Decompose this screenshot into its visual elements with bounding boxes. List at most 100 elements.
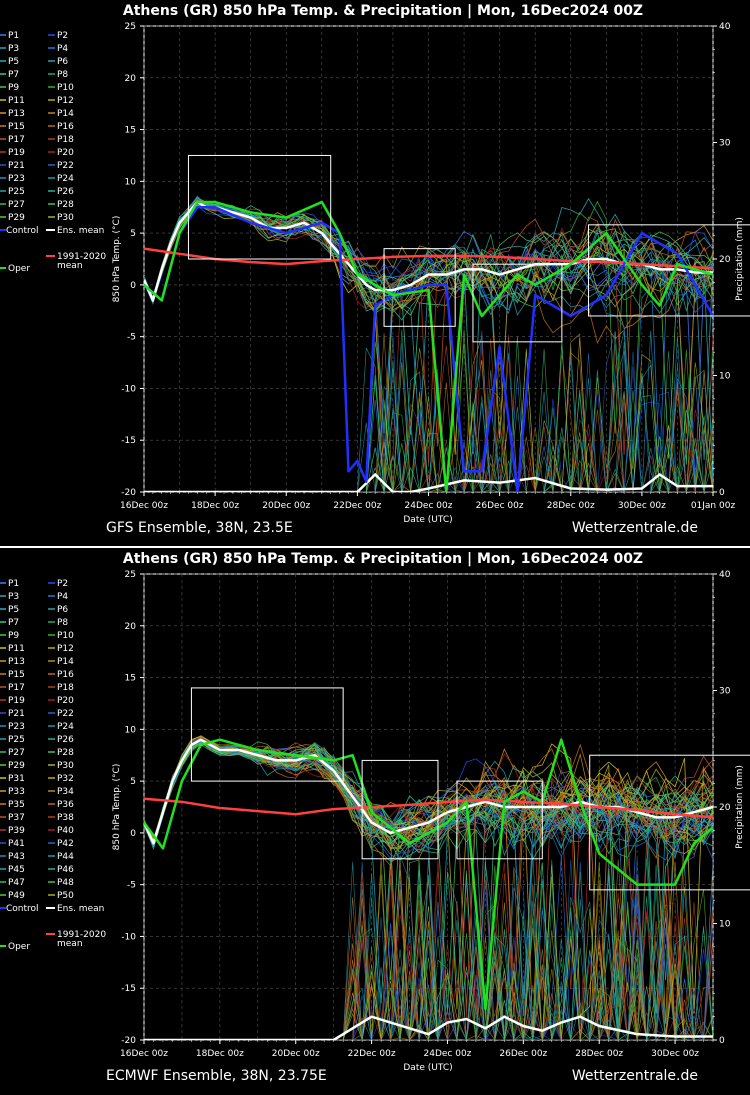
legend-item: P8: [57, 618, 68, 628]
legend-item: mean: [57, 261, 83, 271]
legend-item: P23: [8, 174, 25, 184]
legend-item: P41: [8, 839, 25, 849]
legend-item: P20: [57, 148, 74, 158]
legend-item: Ens. mean: [57, 226, 104, 236]
y-tick-label: 20: [125, 622, 137, 632]
legend-item: P18: [57, 683, 74, 693]
legend-item: P10: [57, 631, 74, 641]
x-tick-label: 20Dec 00z: [272, 1049, 320, 1059]
legend-item: P34: [57, 787, 74, 797]
legend-item: Control: [6, 904, 39, 914]
legend-item: P49: [8, 891, 25, 901]
legend-item: P36: [57, 800, 74, 810]
legend-item: P20: [57, 696, 74, 706]
legend-item: P6: [57, 605, 68, 615]
legend-item: P21: [8, 161, 25, 171]
legend-item: P5: [8, 57, 19, 67]
gfs-ensemble-chart: Athens (GR) 850 hPa Temp. & Precipitatio…: [0, 3, 750, 536]
legend-item: P48: [57, 878, 74, 888]
legend-item: P5: [8, 605, 19, 615]
x-tick-label: 24Dec 00z: [405, 501, 453, 511]
legend-item: P37: [8, 813, 25, 823]
legend-item: P21: [8, 709, 25, 719]
legend-item: P17: [8, 135, 25, 145]
legend-item: P13: [8, 109, 25, 119]
footer-source-label: Wetterzentrale.de: [572, 520, 698, 536]
legend-item: P15: [8, 122, 25, 132]
legend-item: P25: [8, 187, 25, 197]
legend-item: P28: [57, 200, 74, 210]
legend-item: P35: [8, 800, 25, 810]
y2-tick-label: 0: [719, 488, 725, 498]
x-tick-label: 20Dec 00z: [262, 501, 310, 511]
footer-model-label: ECMWF Ensemble, 38N, 23.75E: [106, 1068, 327, 1084]
legend-item: P11: [8, 644, 25, 654]
legend-item: P17: [8, 683, 25, 693]
y-tick-label: -5: [127, 881, 136, 891]
gfs-ensemble-panel: Athens (GR) 850 hPa Temp. & Precipitatio…: [0, 0, 750, 546]
legend-item: P46: [57, 865, 74, 875]
legend-item: Control: [6, 226, 39, 236]
legend-item: P12: [57, 644, 74, 654]
y-tick-label: 15: [125, 674, 136, 684]
legend-item: P9: [8, 83, 19, 93]
y2-axis-label: Precipitation (mm): [735, 765, 745, 849]
x-tick-label: 30Dec 00z: [651, 1049, 699, 1059]
legend-item: P25: [8, 735, 25, 745]
legend-item: P8: [57, 70, 68, 80]
legend-item: P38: [57, 813, 74, 823]
y-tick-label: 20: [125, 74, 137, 84]
legend-item: P18: [57, 135, 74, 145]
legend-item: P16: [57, 122, 74, 132]
legend-item: P11: [8, 96, 25, 106]
legend-item: P15: [8, 670, 25, 680]
legend: P1 P2 P3 P4 P5 P6 P7 P8 P9 P10 P11 P12 P13 P14 P15 P16 P…: [0, 31, 106, 274]
legend-item: P44: [57, 852, 74, 862]
legend-item: P3: [8, 44, 19, 54]
legend-item: P13: [8, 657, 25, 667]
y2-tick-label: 20: [719, 803, 731, 813]
legend-item: P27: [8, 200, 25, 210]
legend-item: P43: [8, 852, 25, 862]
x-tick-label: 22Dec 00z: [348, 1049, 396, 1059]
y-tick-label: -20: [121, 1036, 136, 1046]
x-tick-label: 18Dec 00z: [191, 501, 239, 511]
page: Athens (GR) 850 hPa Temp. & Precipitatio…: [0, 0, 750, 1095]
ecmwf-ensemble-panel: Athens (GR) 850 hPa Temp. & Precipitatio…: [0, 548, 750, 1094]
legend-item: P24: [57, 722, 74, 732]
legend: P1 P2 P3 P4 P5 P6 P7 P8 P9 P10 P11 P12 P13 P14 P15 P16 P…: [0, 579, 106, 952]
x-tick-label: 16Dec 00z: [120, 1049, 168, 1059]
legend-item: P7: [8, 618, 19, 628]
footer-source-label: Wetterzentrale.de: [572, 1068, 698, 1084]
x-tick-label: 16Dec 00z: [120, 501, 168, 511]
legend-item: P22: [57, 161, 74, 171]
legend-item: P23: [8, 722, 25, 732]
legend-item: P30: [57, 761, 74, 771]
y-tick-label: -15: [121, 984, 136, 994]
x-axis-label: Date (UTC): [403, 515, 452, 525]
y2-tick-label: 40: [719, 22, 731, 32]
legend-item: P4: [57, 592, 68, 602]
legend-item: P31: [8, 774, 25, 784]
y-axis-label: 850 hPa Temp. (°C): [112, 216, 122, 303]
legend-item: P14: [57, 109, 74, 119]
legend-item: P9: [8, 631, 19, 641]
legend-item: P6: [57, 57, 68, 67]
legend-item: P12: [57, 96, 74, 106]
x-tick-label: 22Dec 00z: [333, 501, 381, 511]
legend-item: P22: [57, 709, 74, 719]
y2-tick-label: 10: [719, 920, 731, 930]
y2-tick-label: 30: [719, 687, 731, 697]
legend-item: P40: [57, 826, 74, 836]
legend-item: P14: [57, 657, 74, 667]
x-tick-label: 01Jan 00z: [691, 501, 736, 511]
y2-tick-label: 0: [719, 1036, 725, 1046]
ecmwf-ensemble-chart: Athens (GR) 850 hPa Temp. & Precipitatio…: [0, 551, 750, 1084]
legend-item: P33: [8, 787, 25, 797]
legend-item: P29: [8, 213, 25, 223]
legend-item: P39: [8, 826, 25, 836]
x-tick-label: 28Dec 00z: [575, 1049, 623, 1059]
legend-item: P2: [57, 31, 68, 41]
y-tick-label: 5: [130, 229, 136, 239]
legend-item: P29: [8, 761, 25, 771]
